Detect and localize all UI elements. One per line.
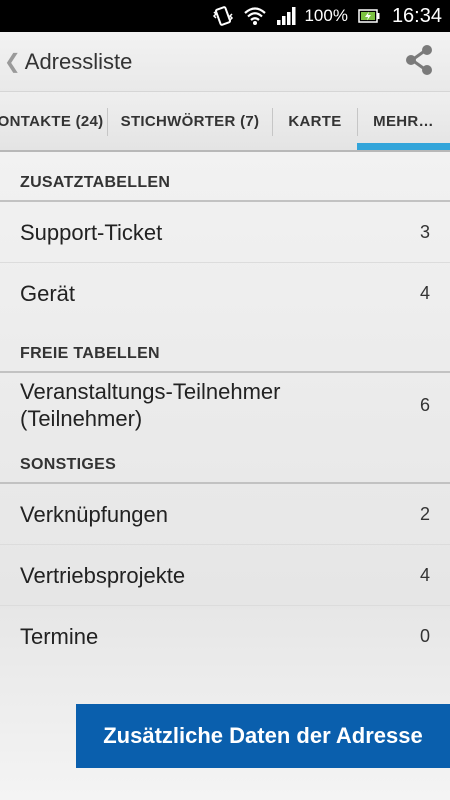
tab-stichwoerter[interactable]: STICHWÖRTER (7) xyxy=(110,92,270,150)
list-item-verknuepfungen[interactable]: Verknüpfungen 2 xyxy=(0,484,450,545)
signal-icon xyxy=(276,6,298,26)
battery-percent: 100% xyxy=(304,6,348,25)
vibrate-icon xyxy=(212,6,234,26)
list-item-vertriebsprojekte[interactable]: Vertriebsprojekte 4 xyxy=(0,545,450,606)
list-item-label: Support-Ticket xyxy=(20,219,163,245)
page-title: Adressliste xyxy=(24,48,133,74)
section-header-freie-tabellen: FREIE TABELLEN xyxy=(0,327,450,373)
tab-kontakte[interactable]: KONTAKTE (24) xyxy=(0,92,120,150)
list-item-veranstaltungs-teilnehmer[interactable]: Veranstaltungs-Teilnehmer (Teilnehmer) 6 xyxy=(0,373,450,437)
up-button[interactable]: ❮ Adressliste xyxy=(0,32,132,91)
list-item-label: Gerät xyxy=(20,281,76,306)
list-item-count: 4 xyxy=(419,564,430,585)
back-chevron-icon: ❮ xyxy=(4,51,21,73)
list-item-count: 3 xyxy=(419,221,430,242)
status-bar: 100% 16:34 xyxy=(0,0,450,32)
share-button[interactable] xyxy=(402,44,436,80)
wifi-icon xyxy=(244,6,267,26)
action-bar: ❮ Adressliste xyxy=(0,32,450,92)
tab-strip: KONTAKTE (24) STICHWÖRTER (7) KARTE MEHR… xyxy=(0,92,450,152)
battery-charging-icon xyxy=(358,8,380,24)
tab-mehr[interactable]: MEHR… xyxy=(357,92,450,150)
list-item-count: 4 xyxy=(419,283,430,303)
tab-divider xyxy=(107,108,108,136)
list-item-label: Verknüpfungen xyxy=(20,501,169,527)
clock: 16:34 xyxy=(391,4,442,27)
section-header-zusatztabellen: ZUSATZTABELLEN xyxy=(0,156,450,202)
list-item-count: 2 xyxy=(419,503,430,524)
list-item-count: 6 xyxy=(419,394,430,415)
list-item-support-ticket[interactable]: Support-Ticket 3 xyxy=(0,202,450,263)
list-item-geraet[interactable]: Gerät 4 xyxy=(0,263,450,324)
active-tab-indicator xyxy=(357,143,450,150)
share-icon xyxy=(404,44,434,81)
list-item-label: Vertriebsprojekte xyxy=(20,562,186,588)
list-item-label: Veranstaltungs-Teilnehmer (Teilnehmer) xyxy=(20,379,281,431)
section-header-sonstiges: SONSTIGES xyxy=(0,438,450,484)
list-item-count: 0 xyxy=(419,626,430,646)
list-item-termine[interactable]: Termine 0 xyxy=(0,606,450,667)
list-item-label: Termine xyxy=(20,624,99,649)
tab-karte[interactable]: KARTE xyxy=(273,92,357,150)
info-banner: Zusätzliche Daten der Adresse xyxy=(76,704,450,768)
